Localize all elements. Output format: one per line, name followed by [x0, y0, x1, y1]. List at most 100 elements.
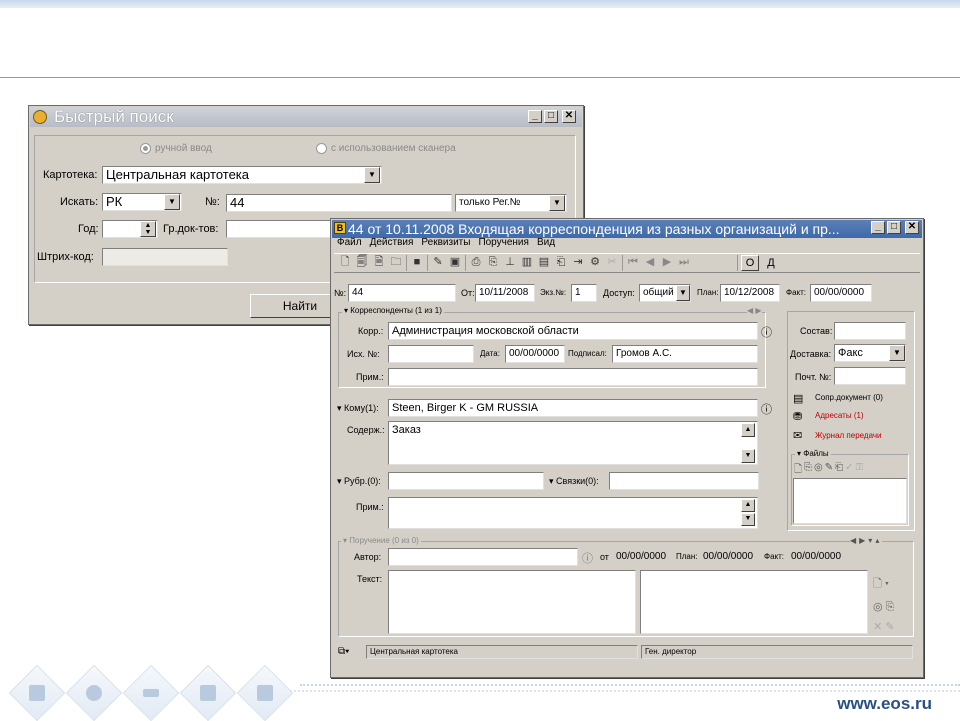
- accompany-doc-link[interactable]: Сопр.документ (0): [815, 393, 883, 402]
- o-button[interactable]: О: [741, 255, 759, 271]
- correspondents-header[interactable]: ▾ Корреспонденты (1 из 1): [342, 306, 444, 315]
- assignment-nav-icon[interactable]: ◀▶▾▴: [850, 536, 883, 545]
- out-number-input[interactable]: [388, 345, 474, 363]
- rubric-input[interactable]: [388, 472, 544, 490]
- fact-date-input[interactable]: 00/00/0000: [810, 284, 872, 302]
- first-record-icon[interactable]: ⏮: [626, 256, 640, 270]
- files-list[interactable]: [793, 478, 907, 524]
- print-icon[interactable]: ⎙: [469, 256, 483, 270]
- composition-input[interactable]: [834, 322, 906, 340]
- note2-textarea[interactable]: [388, 497, 758, 529]
- content-textarea[interactable]: Заказ: [388, 421, 758, 465]
- menu-assignments[interactable]: Поручения: [478, 237, 529, 251]
- new-copy-icon[interactable]: 🗐: [355, 256, 369, 270]
- plan-date-input[interactable]: 10/12/2008: [720, 284, 780, 302]
- addressees-link[interactable]: Адресаты (1): [815, 411, 864, 420]
- status-cardfile-icon[interactable]: ⧉▾: [338, 646, 349, 657]
- hierarchy-icon: [86, 685, 102, 701]
- file-edit-icon[interactable]: ✎: [825, 462, 833, 479]
- info-icon[interactable]: ⓘ: [761, 324, 772, 340]
- doc-maximize-button[interactable]: □: [887, 221, 901, 234]
- signed-input[interactable]: Громов А.С.: [612, 345, 758, 363]
- new-reply-icon[interactable]: 🗀: [389, 256, 403, 270]
- stamp-icon[interactable]: ⊥: [503, 256, 517, 270]
- copies-input[interactable]: 1: [571, 284, 597, 302]
- transfer-log-link[interactable]: Журнал передачи: [815, 431, 882, 440]
- barcode-input[interactable]: [102, 248, 228, 266]
- toolbar: 🗋 🗐 🗎 🗀 ■ ✎ ▣ ⎙ ⎘ ⊥ ▥ ▤ ⎗ ⇥ ⚙ ✂ ⏮ ◀ ▶ ⏭ …: [334, 253, 920, 273]
- number-input[interactable]: 44: [226, 194, 452, 212]
- doc-close-button[interactable]: ✕: [905, 221, 919, 234]
- author-input[interactable]: [388, 548, 578, 566]
- file-scan-icon[interactable]: ⎘: [804, 462, 812, 479]
- doc-number-input[interactable]: 44: [348, 284, 456, 302]
- edit-icon[interactable]: ✎: [431, 256, 445, 270]
- file-lock-icon[interactable]: ⚿: [856, 462, 864, 479]
- menu-requisites[interactable]: Реквизиты: [421, 237, 470, 251]
- file-add-icon[interactable]: 🗋: [794, 462, 802, 479]
- minimize-button[interactable]: _: [528, 110, 542, 123]
- assign-delete-icon[interactable]: ✕ ✎: [873, 620, 909, 633]
- scope-dropdown-icon[interactable]: ▼: [549, 195, 565, 211]
- cardfile-dropdown-icon[interactable]: ▼: [364, 167, 380, 183]
- assignment-header[interactable]: ▾ Поручение (0 из 0): [341, 536, 421, 545]
- radio-manual[interactable]: [140, 143, 151, 154]
- attach-icon[interactable]: ⎗: [554, 256, 568, 270]
- assign-copy-icon[interactable]: ◎ ⎘: [873, 600, 909, 614]
- access-dropdown-icon[interactable]: ▼: [676, 285, 690, 301]
- assign-executors-area[interactable]: [640, 570, 868, 634]
- menu-actions[interactable]: Действия: [370, 237, 414, 251]
- search-window-icon: [33, 110, 47, 124]
- to-label[interactable]: ▾ Кому(1):: [337, 403, 379, 414]
- content-scroll-down[interactable]: ▼: [741, 449, 755, 463]
- assign-new-icon[interactable]: 🗋 ▾: [873, 575, 909, 594]
- next-record-icon[interactable]: ▶: [660, 256, 674, 270]
- corr-note-input[interactable]: [388, 368, 758, 386]
- stop-icon[interactable]: ■: [410, 256, 424, 270]
- cut-icon[interactable]: ✂: [605, 256, 619, 270]
- files-header[interactable]: ▾ Файлы: [795, 449, 831, 458]
- year-spinner[interactable]: ▲ ▼: [140, 221, 156, 237]
- assign-text-area[interactable]: [388, 570, 636, 634]
- file-sign-icon[interactable]: ✓: [845, 462, 853, 479]
- new-linked-icon[interactable]: 🗎: [372, 256, 386, 270]
- registration-icon[interactable]: ▤: [537, 256, 551, 270]
- author-info-icon[interactable]: ⓘ: [582, 550, 593, 566]
- barcode-icon[interactable]: ▥: [520, 256, 534, 270]
- links-label[interactable]: ▾ Связки(0):: [549, 476, 599, 487]
- correspondents-nav-icon[interactable]: ◀ ▶: [747, 306, 762, 315]
- close-button[interactable]: ✕: [562, 110, 576, 123]
- menu-file[interactable]: Файл: [337, 237, 362, 251]
- doc-minimize-button[interactable]: _: [871, 221, 885, 234]
- footer-url[interactable]: www.eos.ru: [837, 694, 932, 714]
- save-icon[interactable]: ▣: [448, 256, 462, 270]
- send-icon[interactable]: ⇥: [571, 256, 585, 270]
- file-view-icon[interactable]: ◎: [814, 462, 823, 479]
- post-number-input[interactable]: [834, 367, 906, 385]
- doc-date-input[interactable]: 10/11/2008: [475, 284, 535, 302]
- file-copy-icon[interactable]: ⎗: [835, 462, 843, 479]
- prev-record-icon[interactable]: ◀: [643, 256, 657, 270]
- content-scroll-up[interactable]: ▲: [741, 423, 755, 437]
- doc-group-input[interactable]: [226, 220, 332, 238]
- note2-scroll-down[interactable]: ▼: [741, 513, 755, 526]
- delivery-dropdown-icon[interactable]: ▼: [889, 345, 905, 361]
- content-label: Содерж.:: [347, 425, 385, 435]
- rubric-label[interactable]: ▾ Рубр.(0):: [337, 476, 381, 487]
- d-button[interactable]: Д: [762, 255, 780, 271]
- to-input[interactable]: Steen, Birger K - GM RUSSIA: [388, 399, 758, 417]
- note2-scroll-up[interactable]: ▲: [741, 499, 755, 512]
- tools-icon[interactable]: ⚙: [588, 256, 602, 270]
- print-preview-icon[interactable]: ⎘: [486, 256, 500, 270]
- links-input[interactable]: [609, 472, 759, 490]
- new-doc-icon[interactable]: 🗋: [338, 256, 352, 270]
- maximize-button[interactable]: □: [544, 110, 558, 123]
- menu-view[interactable]: Вид: [537, 237, 555, 251]
- last-record-icon[interactable]: ⏭: [677, 256, 691, 270]
- to-info-icon[interactable]: ⓘ: [761, 401, 772, 417]
- corr-input[interactable]: Администрация московской области: [388, 322, 758, 340]
- out-date-input[interactable]: 00/00/0000: [505, 345, 565, 363]
- search-type-dropdown-icon[interactable]: ▼: [164, 194, 180, 210]
- cardfile-select[interactable]: Центральная картотека: [102, 166, 382, 184]
- radio-scanner[interactable]: [316, 143, 327, 154]
